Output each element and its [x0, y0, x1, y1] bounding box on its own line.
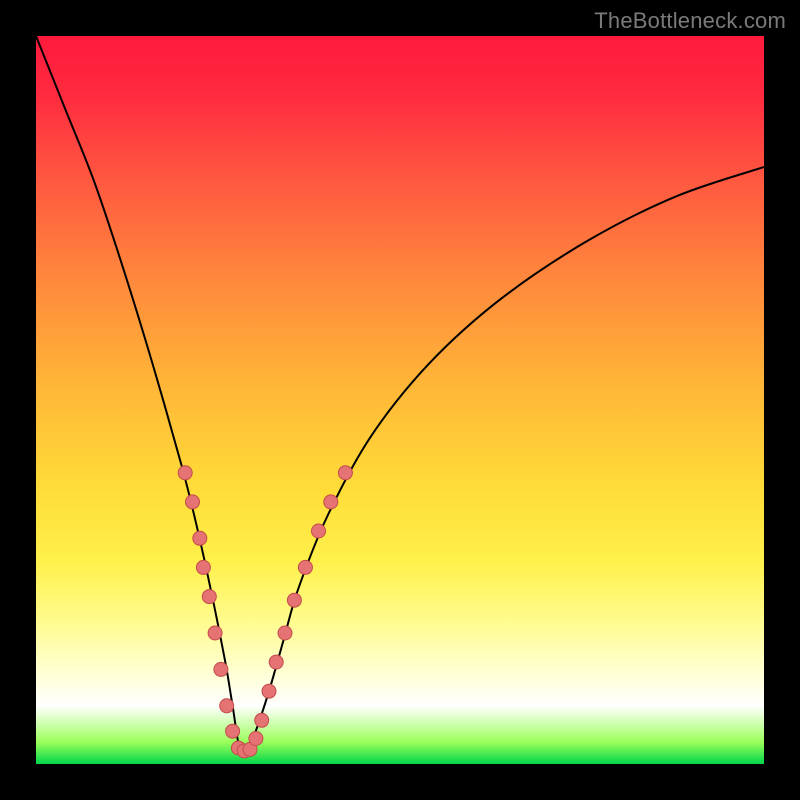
data-marker	[287, 593, 301, 607]
data-marker	[220, 699, 234, 713]
data-marker	[298, 560, 312, 574]
data-marker	[262, 684, 276, 698]
chart-frame: TheBottleneck.com	[0, 0, 800, 800]
bottleneck-curve	[36, 36, 764, 753]
data-marker	[202, 590, 216, 604]
data-marker	[226, 724, 240, 738]
data-marker	[243, 742, 257, 756]
data-marker	[338, 466, 352, 480]
data-marker	[324, 495, 338, 509]
plot-area	[36, 36, 764, 764]
data-marker	[208, 626, 222, 640]
data-marker	[193, 531, 207, 545]
data-markers	[178, 466, 352, 758]
data-marker	[178, 466, 192, 480]
data-marker	[196, 560, 210, 574]
data-marker	[278, 626, 292, 640]
data-marker	[269, 655, 283, 669]
watermark-text: TheBottleneck.com	[594, 8, 786, 34]
data-marker	[255, 713, 269, 727]
data-marker	[249, 732, 263, 746]
data-marker	[231, 741, 245, 755]
data-marker	[237, 744, 251, 758]
data-marker	[186, 495, 200, 509]
data-marker	[214, 662, 228, 676]
curve-svg	[36, 36, 764, 764]
data-marker	[312, 524, 326, 538]
